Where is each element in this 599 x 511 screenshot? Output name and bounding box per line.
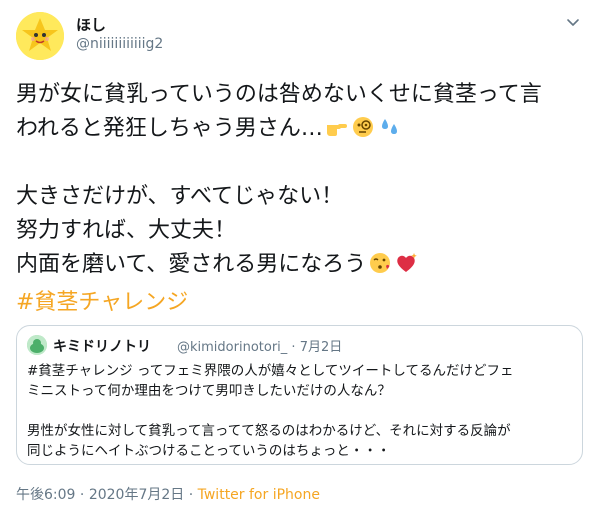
tweet-date[interactable]: 2020年7月2日 bbox=[89, 487, 184, 503]
quoted-tweet[interactable]: キミドリノトリ @kimidorinotori_ · 7月2日 #貧茎チャレンジ… bbox=[16, 325, 583, 465]
hashtag-link[interactable]: #貧茎チャレンジ bbox=[16, 284, 188, 316]
quoted-line: ミニストって何か理由をつけて男叩きしたいだけの人なん？ bbox=[27, 383, 391, 399]
tweet-line-text: われると発狂しちゃう男さん… bbox=[16, 116, 323, 141]
quoted-handle: @kimidorinotori_ bbox=[177, 340, 288, 355]
footer-separator: · bbox=[188, 487, 194, 503]
quoted-line: 同じようにヘイトぶつけることっていうのはちょっと・・・ bbox=[27, 443, 391, 459]
tweet-line: 内面を磨いて、愛される男になろう bbox=[16, 248, 588, 282]
sparkling-heart-emoji bbox=[397, 253, 418, 272]
tweet-line: 男が女に貧乳っていうのは咎めないくせに貧茎って言 bbox=[16, 82, 542, 107]
tweet-line-text: 内面を磨いて、愛される男になろう bbox=[16, 252, 367, 277]
tweet-body: 男が女に貧乳っていうのは咎めないくせに貧茎って言 われると発狂しちゃう男さん… … bbox=[16, 78, 588, 282]
tweet-time[interactable]: 午後6:09 bbox=[16, 487, 75, 503]
author-handle[interactable]: @niiiiiiiiiiiig2 bbox=[76, 36, 163, 52]
quoted-date: 7月2日 bbox=[299, 340, 343, 355]
author-display-name[interactable]: ほし bbox=[76, 14, 106, 35]
bird-avatar-icon bbox=[27, 335, 47, 355]
tweet-footer: 午後6:09 · 2020年7月2日 · Twitter for iPhone bbox=[16, 484, 320, 504]
kissing-face-emoji bbox=[370, 253, 391, 273]
tweet-source-link[interactable]: Twitter for iPhone bbox=[198, 487, 320, 503]
quoted-separator: · bbox=[291, 340, 296, 355]
monocle-face-emoji bbox=[352, 117, 373, 137]
quoted-display-name: キミドリノトリ bbox=[53, 339, 151, 355]
tweet-line: 大きさだけが、すべてじゃない！ bbox=[16, 184, 344, 209]
quoted-avatar bbox=[27, 335, 47, 355]
pointing-hand-emoji bbox=[326, 124, 347, 136]
tweet-menu-button[interactable] bbox=[565, 14, 581, 30]
star-character-icon bbox=[16, 12, 64, 60]
quoted-meta: @kimidorinotori_ · 7月2日 bbox=[177, 336, 342, 355]
tweet-line: われると発狂しちゃう男さん… bbox=[16, 112, 588, 146]
quoted-line: 男性が女性に対して貧乳って言ってて怒るのはわかるけど、それに対する反論が bbox=[27, 423, 511, 439]
footer-separator: · bbox=[79, 487, 85, 503]
quoted-line: #貧茎チャレンジ ってフェミ界隈の人が嬉々としてツイートしてるんだけどフェ bbox=[27, 363, 514, 379]
sweat-droplets-emoji bbox=[381, 119, 397, 134]
quoted-body: #貧茎チャレンジ ってフェミ界隈の人が嬉々としてツイートしてるんだけどフェ ミニ… bbox=[27, 361, 577, 461]
chevron-down-icon bbox=[567, 19, 579, 26]
tweet-line: 努力すれば、大丈夫！ bbox=[16, 218, 237, 243]
avatar[interactable] bbox=[16, 12, 64, 60]
